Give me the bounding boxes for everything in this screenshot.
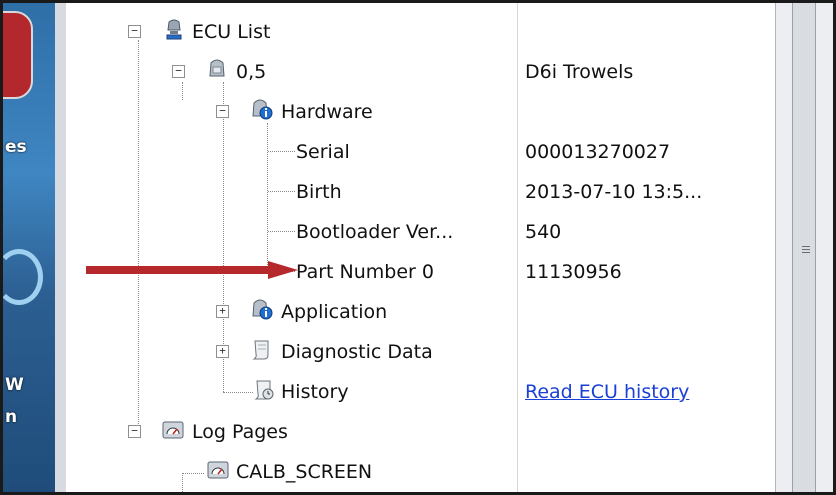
tree-node-value: 540 xyxy=(525,221,562,243)
scrollbar-thumb[interactable] xyxy=(792,3,816,492)
ecu-tree-view: − ECU List − 0,5 D6i Trowels − Hardware … xyxy=(66,3,775,492)
info-ecu-icon xyxy=(252,299,273,320)
tree-node-label: Application xyxy=(281,301,388,323)
read-ecu-history-link[interactable]: Read ECU history xyxy=(525,381,689,403)
desktop-swirl-icon xyxy=(3,249,43,305)
tree-node-label: History xyxy=(281,381,349,403)
expand-icon[interactable]: + xyxy=(216,345,229,358)
desktop-icon-label: W xyxy=(5,375,24,395)
tree-node-calb-screen[interactable]: CALB_SCREEN xyxy=(66,452,775,492)
tree-node-log-pages[interactable]: − Log Pages xyxy=(66,412,775,452)
window-frame: es W n − ECU List − 0,5 D6i Trowels − Ha… xyxy=(0,0,836,495)
tree-node-label: Birth xyxy=(296,181,342,203)
tree-node-diagnostic-data[interactable]: + Diagnostic Data xyxy=(66,332,775,372)
ecu-node-icon xyxy=(209,59,225,77)
collapse-icon[interactable]: − xyxy=(216,105,229,118)
scrollbar-grip-icon xyxy=(802,244,810,255)
collapse-icon[interactable]: − xyxy=(128,25,141,38)
tree-node-label: 0,5 xyxy=(236,61,267,83)
document-scroll-icon xyxy=(252,340,269,360)
desktop-icon-label: n xyxy=(5,407,18,427)
tree-node-serial[interactable]: Serial 000013270027 xyxy=(66,132,775,172)
tree-node-label: Serial xyxy=(296,141,350,163)
scrollbar-track[interactable] xyxy=(775,3,833,492)
tree-node-ecu[interactable]: − 0,5 D6i Trowels xyxy=(66,52,775,92)
collapse-icon[interactable]: − xyxy=(172,65,185,78)
tree-node-label: CALB_SCREEN xyxy=(236,461,373,483)
tree-node-application[interactable]: + Application xyxy=(66,292,775,332)
tree-node-value: 11130956 xyxy=(525,261,622,283)
gauge-icon xyxy=(162,421,184,439)
tree-node-label: ECU List xyxy=(192,21,271,43)
tree-node-label: Bootloader Ver... xyxy=(296,221,454,243)
network-ecu-icon xyxy=(166,19,182,40)
tree-node-label: Diagnostic Data xyxy=(281,341,433,363)
tree-node-value: 000013270027 xyxy=(525,141,671,163)
tree-node-value: 2013-07-10 13:5... xyxy=(525,181,703,203)
tree-node-bootloader[interactable]: Bootloader Ver... 540 xyxy=(66,212,775,252)
tree-node-history[interactable]: History Read ECU history xyxy=(66,372,775,412)
info-ecu-icon xyxy=(252,99,273,120)
desktop-icon-label: es xyxy=(5,137,27,157)
gauge-icon xyxy=(207,461,229,479)
tree-node-label: Hardware xyxy=(281,101,373,123)
tree-node-label: Log Pages xyxy=(192,421,288,443)
annotation-arrow-icon xyxy=(86,261,298,279)
tree-node-birth[interactable]: Birth 2013-07-10 13:5... xyxy=(66,172,775,212)
desktop-background: es W n xyxy=(3,3,55,492)
desktop-app-icon[interactable] xyxy=(3,11,33,99)
tree-node-ecu-list[interactable]: − ECU List xyxy=(66,12,775,52)
tree-node-hardware[interactable]: − Hardware xyxy=(66,92,775,132)
tree-node-label: Part Number 0 xyxy=(296,261,435,283)
expand-icon[interactable]: + xyxy=(216,305,229,318)
collapse-icon[interactable]: − xyxy=(128,425,141,438)
tree-node-value: D6i Trowels xyxy=(525,61,634,83)
history-scroll-icon xyxy=(254,380,274,400)
